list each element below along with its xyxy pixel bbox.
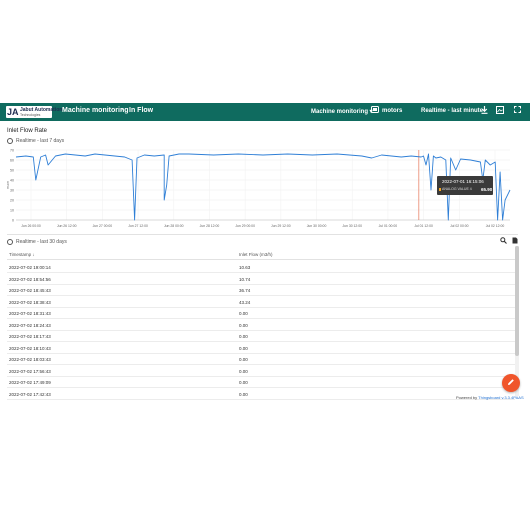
x-tick-label: Jun 27 12:00 [128, 224, 148, 228]
cell-value: 43.24 [239, 299, 251, 305]
x-tick-label: Jun 29 12:00 [271, 224, 291, 228]
y-tick-label: 60 [10, 159, 14, 163]
table-row[interactable]: 2022-07-02 18:45:43 36.74 [7, 284, 515, 296]
y-tick-label: 50 [10, 169, 14, 173]
cell-timestamp: 2022-07-02 18:17:43 [9, 334, 51, 339]
cell-value: 0.00 [239, 322, 248, 328]
tooltip-series-key: ANALOG VALUE 4 [442, 187, 472, 191]
table-row[interactable]: 2022-07-02 17:49:09 0.00 [7, 376, 515, 388]
table-row[interactable]: 2022-07-02 18:17:43 0.00 [7, 330, 515, 342]
pencil-icon [508, 379, 514, 385]
table-row[interactable]: 2022-07-02 18:31:43 0.00 [7, 307, 515, 319]
x-tick-label: Jun 28 12:00 [200, 224, 220, 228]
chart-tooltip: 2022-07-01 16:15:06 ANALOG VALUE 4 65.90 [437, 176, 493, 195]
table-scrollbar[interactable] [515, 246, 519, 356]
cell-value: 0.00 [239, 380, 248, 385]
logo-subtitle: Technologies [20, 113, 41, 117]
cell-value: 10.63 [239, 265, 251, 270]
cell-value: 0.00 [239, 345, 248, 351]
y-tick-label: 30 [10, 189, 14, 193]
x-tick-label: Jun 30 00:00 [307, 224, 327, 228]
top-toolbar: JA Jabut Automation Technologies Machine… [0, 103, 530, 121]
y-axis-label: m3/h [7, 181, 10, 189]
breadcrumb-separator-icon: › [121, 107, 123, 113]
table-row[interactable]: 2022-07-02 17:56:43 0.00 [7, 365, 515, 377]
table-row[interactable]: 2022-07-02 18:38:43 43.24 [7, 296, 515, 308]
cell-timestamp: 2022-07-02 18:38:43 [9, 299, 51, 305]
table-row[interactable]: 2022-07-02 17:42:43 0.00 [7, 388, 515, 400]
table-header: Timestamp ↓ Inlet Flow (m3/h) [7, 249, 515, 259]
table-row[interactable]: 2022-07-02 18:03:43 0.00 [7, 353, 515, 365]
x-tick-label: Jul 02 00:00 [450, 224, 469, 228]
powered-prefix: Powered by [456, 395, 478, 400]
tooltip-value: 65.90 [481, 187, 493, 192]
x-tick-label: Jun 30 12:00 [342, 224, 362, 228]
cell-timestamp: 2022-07-02 18:45:43 [9, 288, 51, 293]
breadcrumb-parent[interactable]: Machine monitoring [62, 107, 129, 114]
cell-timestamp: 2022-07-02 18:24:43 [9, 322, 51, 328]
dashboard-select-value: Machine monitoring [311, 109, 368, 115]
y-tick-label: 40 [10, 179, 14, 183]
company-logo[interactable]: JA Jabut Automation Technologies [6, 106, 62, 118]
chart-widget-title: Inlet Flow Rate [7, 128, 48, 134]
clock-icon [7, 138, 13, 144]
cell-timestamp: 2022-07-02 17:42:43 [9, 391, 51, 397]
cell-timestamp: 2022-07-02 17:56:43 [9, 368, 51, 374]
x-tick-label: Jul 01 00:00 [379, 224, 398, 228]
table-row[interactable]: 2022-07-02 19:00:14 10.63 [7, 261, 515, 273]
table-row[interactable]: 2022-07-02 18:24:43 0.00 [7, 319, 515, 331]
y-tick-label: 20 [10, 199, 14, 203]
clock-icon [7, 239, 13, 245]
cell-value: 0.00 [239, 391, 248, 397]
x-tick-label: Jun 27 00:00 [93, 224, 113, 228]
chart-timewindow-label[interactable]: Realtime - last 7 days [16, 138, 64, 144]
x-tick-label: Jul 02 12:00 [486, 224, 505, 228]
widget-divider [7, 234, 518, 235]
cell-value: 0.00 [239, 368, 248, 374]
cell-timestamp: 2022-07-02 17:49:09 [9, 380, 51, 385]
dashboard-app: JA Jabut Automation Technologies Machine… [0, 103, 530, 405]
table-row[interactable]: 2022-07-02 18:10:43 0.00 [7, 342, 515, 354]
x-tick-label: Jul 01 12:00 [414, 224, 433, 228]
table-row[interactable]: 2022-07-02 18:54:56 10.74 [7, 273, 515, 285]
x-tick-label: Jun 26 00:00 [21, 224, 41, 228]
fullscreen-icon[interactable] [512, 106, 522, 116]
y-tick-label: 0 [12, 219, 14, 223]
x-tick-label: Jun 26 12:00 [57, 224, 77, 228]
tooltip-date: 2022-07-01 16:15:06 [442, 179, 484, 184]
y-tick-label: 70 [10, 149, 14, 153]
cell-timestamp: 2022-07-02 18:10:43 [9, 345, 51, 351]
powered-by-footer: Powered by Thingsboard v.3.3.4PAAS [456, 395, 524, 400]
powered-brand-link[interactable]: Thingsboard v.3.3.4PAAS [478, 395, 523, 400]
timewindow-button[interactable]: Realtime - last minute [421, 108, 483, 114]
y-tick-label: 10 [10, 209, 14, 213]
cell-value: 0.00 [239, 357, 248, 362]
search-icon[interactable] [498, 237, 508, 247]
edit-fab-button[interactable] [502, 374, 520, 392]
cell-value: 36.74 [239, 288, 251, 293]
table-header-divider [7, 259, 515, 260]
column-header-timestamp[interactable]: Timestamp ↓ [9, 252, 35, 257]
dashboard-select[interactable]: Machine monitoring ▾ [311, 108, 373, 115]
cell-timestamp: 2022-07-02 18:54:56 [9, 276, 51, 282]
breadcrumb-current: In Flow [129, 107, 154, 114]
cell-timestamp: 2022-07-02 18:31:43 [9, 311, 51, 316]
download-icon[interactable] [479, 106, 489, 116]
cell-timestamp: 2022-07-02 19:00:14 [9, 265, 51, 270]
image-export-icon[interactable] [495, 106, 505, 116]
table-timewindow-label[interactable]: Realtime - last 30 days [16, 239, 67, 245]
cell-value: 10.74 [239, 276, 251, 282]
column-header-value[interactable]: Inlet Flow (m3/h) [239, 252, 273, 257]
state-icon [370, 106, 380, 116]
cell-value: 0.00 [239, 334, 248, 339]
state-select[interactable]: motors [382, 108, 402, 114]
column-header-timestamp-label: Timestamp [9, 252, 32, 257]
x-tick-label: Jun 29 00:00 [235, 224, 255, 228]
cell-value: 0.00 [239, 311, 248, 316]
cell-timestamp: 2022-07-02 18:03:43 [9, 357, 51, 362]
tooltip-series-swatch [439, 188, 441, 191]
x-tick-label: Jun 28 00:00 [164, 224, 184, 228]
sort-arrow-icon: ↓ [32, 252, 35, 257]
logo-mark: JA [7, 107, 19, 117]
